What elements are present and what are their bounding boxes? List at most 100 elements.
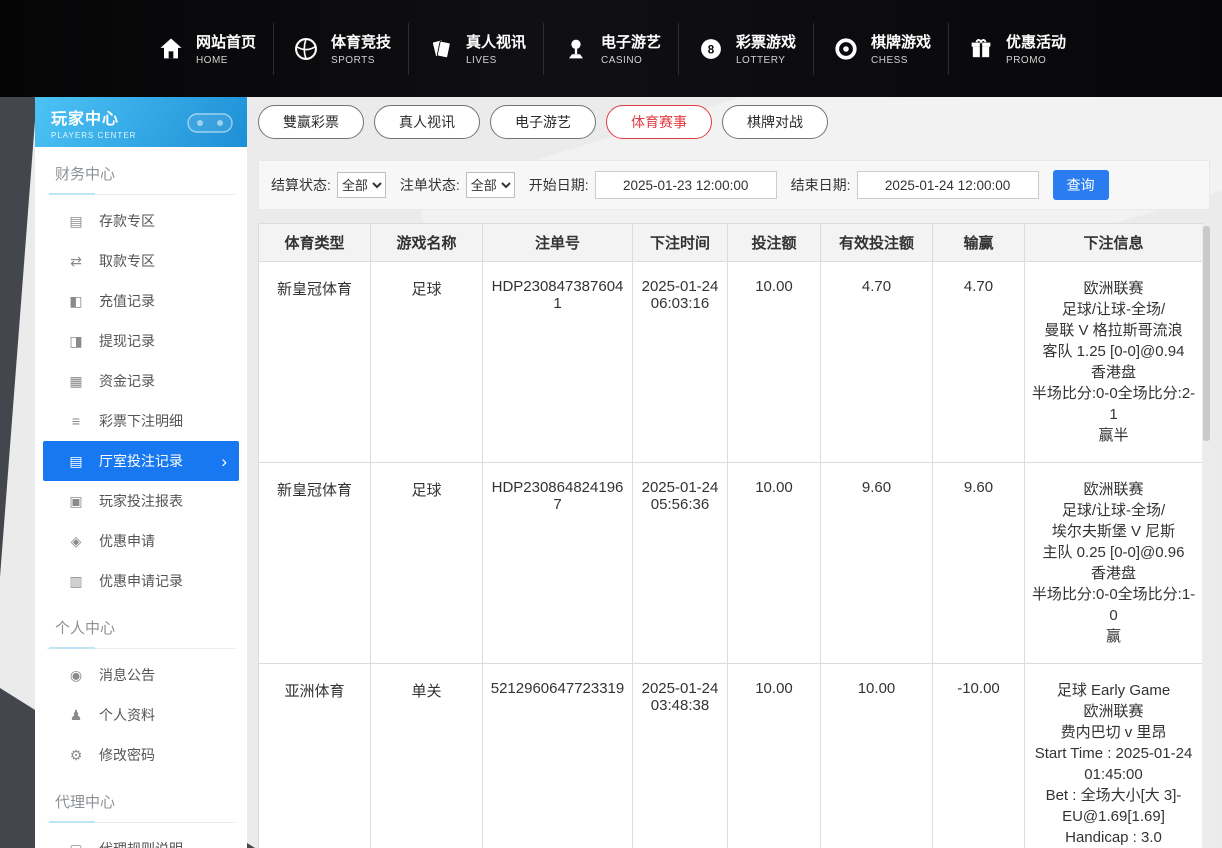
nav-item-lottery[interactable]: 8 彩票游戏 LOTTERY <box>678 23 813 75</box>
nav-item-sports[interactable]: 体育竞技 SPORTS <box>273 23 408 75</box>
cell-order-number: HDP2308473876041 <box>483 262 633 463</box>
cell-sport-type: 亚洲体育 <box>259 664 371 848</box>
deposit-icon: ▤ <box>65 213 87 230</box>
players-center-header: 玩家中心 PLAYERS CENTER <box>35 97 247 147</box>
nav-item-casino[interactable]: 电子游艺 CASINO <box>543 23 678 75</box>
cell-valid-bet-amount: 10.00 <box>821 664 933 848</box>
promo-apply-record-icon: ▥ <box>65 573 87 590</box>
sidebar-item-promo-apply-record[interactable]: ▥ 优惠申请记录 <box>35 561 247 601</box>
nav-item-promo[interactable]: 优惠活动 PROMO <box>948 23 1083 75</box>
sidebar-item-change-password[interactable]: ⚙ 修改密码 <box>35 735 247 775</box>
cell-bet-time: 2025-01-24 03:48:38 <box>633 664 728 848</box>
sidebar-item-recharge-record[interactable]: ◧ 充值记录 <box>35 281 247 321</box>
nav-item-home[interactable]: 网站首页 HOME <box>139 23 273 75</box>
table-header-row: 体育类型 游戏名称 注单号 下注时间 投注额 有效投注额 输赢 下注信息 <box>259 224 1203 262</box>
sidebar-item-label: 修改密码 <box>99 745 155 765</box>
column-header-valid-bet-amount: 有效投注额 <box>821 224 933 262</box>
sidebar-item-profile[interactable]: ♟ 个人资料 <box>35 695 247 735</box>
tab-live-casino[interactable]: 真人视讯 <box>374 105 480 139</box>
sidebar-item-label: 彩票下注明细 <box>99 411 183 431</box>
sidebar-item-announcements[interactable]: ◉ 消息公告 <box>35 655 247 695</box>
sidebar-item-label: 厅室投注记录 <box>99 451 183 471</box>
funds-record-icon: ▦ <box>65 373 87 390</box>
nav-zh-home: 网站首页 <box>196 31 256 52</box>
section-header-personal: 个人中心 <box>47 617 235 649</box>
sidebar-item-deposit[interactable]: ▤ 存款专区 <box>35 201 247 241</box>
nav-item-lives[interactable]: 真人视讯 LIVES <box>408 23 543 75</box>
nav-en-chess: CHESS <box>871 55 931 66</box>
nav-zh-chess: 棋牌游戏 <box>871 31 931 52</box>
sports-ball-icon <box>291 34 321 64</box>
table-row: 亚洲体育 单关 5212960647723319 2025-01-24 03:4… <box>259 664 1203 848</box>
sidebar-item-hall-bet-record[interactable]: ▤ 厅室投注记录 › <box>43 441 239 481</box>
nav-en-lives: LIVES <box>466 55 526 66</box>
nav-label: 电子游艺 CASINO <box>601 31 661 66</box>
cell-order-number: 5212960647723319 <box>483 664 633 848</box>
column-header-bet-time: 下注时间 <box>633 224 728 262</box>
table-row: 新皇冠体育 足球 HDP2308473876041 2025-01-24 06:… <box>259 262 1203 463</box>
cell-win-loss: 9.60 <box>933 463 1025 664</box>
cell-bet-amount: 10.00 <box>728 262 821 463</box>
column-header-win-loss: 输赢 <box>933 224 1025 262</box>
column-header-game-name: 游戏名称 <box>371 224 483 262</box>
nav-label: 优惠活动 PROMO <box>1006 31 1066 66</box>
end-date-label: 结束日期: <box>791 175 851 195</box>
cell-order-number: HDP2308648241967 <box>483 463 633 664</box>
sidebar-item-promo-apply[interactable]: ◈ 优惠申请 <box>35 521 247 561</box>
tab-double-win-lottery[interactable]: 雙赢彩票 <box>258 105 364 139</box>
nav-zh-lottery: 彩票游戏 <box>736 31 796 52</box>
lottery-ball-icon: 8 <box>696 34 726 64</box>
main-content: 雙赢彩票 真人视讯 电子游艺 体育赛事 棋牌对战 结算状态: 全部 注单状态: … <box>258 97 1210 848</box>
sidebar-item-label: 取款专区 <box>99 251 155 271</box>
poker-chip-icon <box>831 34 861 64</box>
cell-bet-time: 2025-01-24 06:03:16 <box>633 262 728 463</box>
nav-item-chess[interactable]: 棋牌游戏 CHESS <box>813 23 948 75</box>
sidebar-item-withdraw[interactable]: ⇄ 取款专区 <box>35 241 247 281</box>
cell-bet-info: 足球 Early Game 欧洲联赛 费内巴切 v 里昂 Start Time … <box>1025 664 1203 848</box>
cell-win-loss: -10.00 <box>933 664 1025 848</box>
tab-board-games[interactable]: 棋牌对战 <box>722 105 828 139</box>
cell-win-loss: 4.70 <box>933 262 1025 463</box>
column-header-order-number: 注单号 <box>483 224 633 262</box>
tab-sports[interactable]: 体育赛事 <box>606 105 712 139</box>
order-status-select[interactable]: 全部 <box>466 172 515 198</box>
nav-en-lottery: LOTTERY <box>736 55 796 66</box>
end-date-input[interactable] <box>857 171 1039 199</box>
cell-bet-time: 2025-01-24 05:56:36 <box>633 463 728 664</box>
order-status-label: 注单状态: <box>400 175 460 195</box>
svg-text:8: 8 <box>708 43 715 56</box>
search-button[interactable]: 查询 <box>1053 170 1109 200</box>
sidebar-item-label: 玩家投注报表 <box>99 491 183 511</box>
top-navigation: 网站首页 HOME 体育竞技 SPORTS 真人视讯 LIVES <box>0 0 1222 97</box>
start-date-input[interactable] <box>595 171 777 199</box>
promo-apply-icon: ◈ <box>65 533 87 550</box>
nav-label: 体育竞技 SPORTS <box>331 31 391 66</box>
sidebar: 玩家中心 PLAYERS CENTER 财务中心 ▤ 存款专区 ⇄ 取款专区 ◧… <box>35 97 247 848</box>
cell-bet-amount: 10.00 <box>728 664 821 848</box>
sidebar-item-funds-record[interactable]: ▦ 资金记录 <box>35 361 247 401</box>
sidebar-subtitle: PLAYERS CENTER <box>51 131 136 140</box>
cell-game-name: 足球 <box>371 463 483 664</box>
sidebar-menu: 财务中心 ▤ 存款专区 ⇄ 取款专区 ◧ 充值记录 ◨ 提现记录 ▦ 资金记录 <box>35 163 247 848</box>
nav-label: 真人视讯 LIVES <box>466 31 526 66</box>
nav-label: 网站首页 HOME <box>196 31 256 66</box>
cell-bet-info: 欧洲联赛 足球/让球-全场/ 曼联 V 格拉斯哥流浪 客队 1.25 [0-0]… <box>1025 262 1203 463</box>
tab-slots[interactable]: 电子游艺 <box>490 105 596 139</box>
scrollbar-thumb[interactable] <box>1203 226 1210 441</box>
bet-records-table: 体育类型 游戏名称 注单号 下注时间 投注额 有效投注额 输赢 下注信息 新皇冠… <box>258 223 1203 848</box>
sidebar-item-player-bet-report[interactable]: ▣ 玩家投注报表 <box>35 481 247 521</box>
cell-sport-type: 新皇冠体育 <box>259 262 371 463</box>
sidebar-item-agent-rules[interactable]: ▢ 代理规则说明 <box>35 829 247 848</box>
nav-en-promo: PROMO <box>1006 55 1066 66</box>
settle-status-label: 结算状态: <box>271 175 331 195</box>
nav-zh-casino: 电子游艺 <box>601 31 661 52</box>
sidebar-item-withdrawal-record[interactable]: ◨ 提现记录 <box>35 321 247 361</box>
nav-label: 彩票游戏 LOTTERY <box>736 31 796 66</box>
column-header-bet-amount: 投注额 <box>728 224 821 262</box>
sidebar-item-lottery-bet-detail[interactable]: ≡ 彩票下注明细 <box>35 401 247 441</box>
nav-label: 棋牌游戏 CHESS <box>871 31 931 66</box>
section-header-agent: 代理中心 <box>47 791 235 823</box>
gamepad-icon <box>183 106 237 138</box>
category-tabs: 雙赢彩票 真人视讯 电子游艺 体育赛事 棋牌对战 <box>258 105 1210 139</box>
settle-status-select[interactable]: 全部 <box>337 172 386 198</box>
